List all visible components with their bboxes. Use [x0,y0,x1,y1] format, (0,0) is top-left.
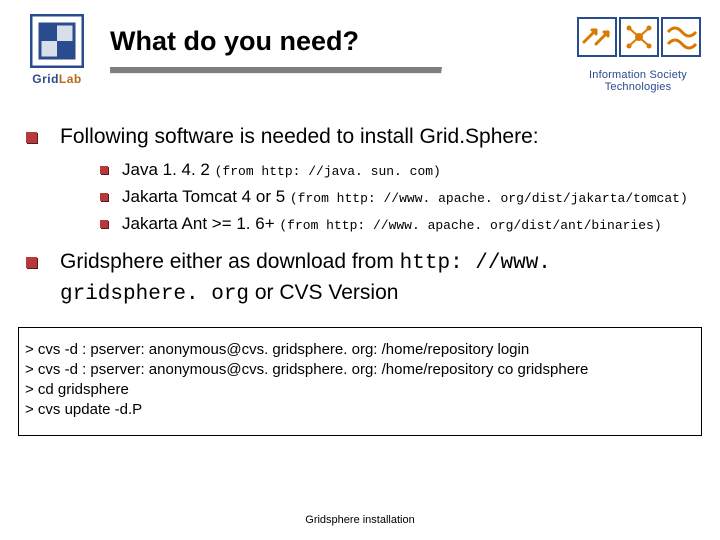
bullet-list: Following software is needed to install … [26,123,694,309]
header: GridLab What do you need? [0,0,720,93]
page-title: What do you need? [110,26,554,57]
sub-bullet-java: Java 1. 4. 2 (from http: //java. sun. co… [100,159,694,182]
sub-text: Java 1. 4. 2 [122,160,215,179]
code-line: > cvs -d : pserver: anonymous@cvs. grids… [25,341,695,358]
logo-ist: Information Society Technologies [572,14,704,93]
footer: Gridsphere installation [0,514,720,526]
logo-ist-text: Information Society Technologies [572,69,704,93]
ist-icon [574,16,702,62]
sub-bullet-ant: Jakarta Ant >= 1. 6+ (from http: //www. … [100,213,694,236]
code-line: > cd gridsphere [25,381,695,398]
sub-from: (from http: //www. apache. org/dist/ant/… [279,218,661,233]
slide: GridLab What do you need? [0,0,720,540]
title-block: What do you need? [110,14,554,74]
bullet-text-pre: Gridsphere either as download from [60,250,400,273]
bullet-gridsphere-download: Gridsphere either as download from http:… [26,248,694,309]
sub-from: (from http: //www. apache. org/dist/jaka… [290,191,688,206]
gridlab-icon [30,14,84,68]
sub-bullet-list: Java 1. 4. 2 (from http: //java. sun. co… [100,159,694,236]
sub-bullet-tomcat: Jakarta Tomcat 4 or 5 (from http: //www.… [100,186,694,209]
bullet-text: Following software is needed to install … [60,125,539,148]
sub-text: Jakarta Ant >= 1. 6+ [122,214,279,233]
code-line: > cvs -d : pserver: anonymous@cvs. grids… [25,361,695,378]
logo-gridlab-text: GridLab [22,72,92,86]
code-line: > cvs update -d.P [25,401,695,418]
sub-from: (from http: //java. sun. com) [215,164,441,179]
content: Following software is needed to install … [0,93,720,309]
code-box: > cvs -d : pserver: anonymous@cvs. grids… [18,327,702,436]
sub-text: Jakarta Tomcat 4 or 5 [122,187,290,206]
bullet-text-post: or CVS Version [249,281,398,304]
logo-gridlab: GridLab [22,14,92,86]
bullet-software-needed: Following software is needed to install … [26,123,694,236]
title-rule [110,67,442,74]
